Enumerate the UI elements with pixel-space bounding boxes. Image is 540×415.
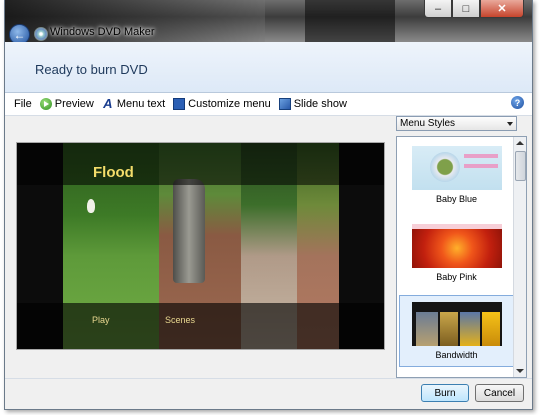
dvd-menu-play-link[interactable]: Play: [92, 315, 110, 325]
file-menu[interactable]: File: [14, 98, 32, 110]
maximize-button[interactable]: □: [452, 0, 480, 18]
bird-shape: [87, 199, 95, 213]
minimize-button[interactable]: –: [424, 0, 452, 18]
menu-link-band: [17, 303, 384, 349]
help-icon[interactable]: ?: [511, 96, 524, 109]
cancel-button[interactable]: Cancel: [475, 384, 524, 402]
tree-trunk-shape: [173, 179, 205, 283]
dvd-maker-app-icon: [34, 27, 48, 41]
bandwidth-thumbnail: [412, 302, 502, 346]
scroll-up-icon[interactable]: [516, 141, 524, 145]
close-button[interactable]: ✕: [480, 0, 524, 18]
scroll-down-icon[interactable]: [516, 369, 524, 373]
page-title: Ready to burn DVD: [35, 62, 148, 77]
customize-menu-button[interactable]: Customize menu: [173, 98, 271, 110]
menu-preview-area: Flood Play Scenes: [5, 116, 393, 378]
dvd-maker-window: ← Windows DVD Maker – □ ✕ Ready to burn …: [4, 0, 533, 410]
style-item-label: Bandwidth: [435, 350, 478, 360]
customize-menu-icon: [173, 98, 186, 110]
thumbnail-stripe-shape: [412, 224, 502, 229]
file-menu-label: File: [14, 98, 32, 110]
window-controls: – □ ✕: [424, 0, 524, 18]
thumbnail-panel-shape: [440, 312, 458, 346]
dvd-menu-title: Flood: [93, 164, 134, 181]
toolbar: File Preview A Menu text Customize menu …: [5, 93, 532, 116]
menu-title-band: [17, 143, 384, 185]
customize-menu-label: Customize menu: [188, 98, 271, 110]
thumbnail-panel-shape: [460, 312, 480, 346]
window-title: Windows DVD Maker: [50, 26, 155, 38]
menu-text-button[interactable]: A Menu text: [102, 96, 166, 111]
styles-scrollbar[interactable]: [513, 137, 526, 377]
thumbnail-stripe-shape: [464, 164, 498, 168]
thumbnail-circle-shape: [430, 152, 460, 182]
style-item-label: Baby Blue: [435, 194, 478, 204]
chevron-down-icon: [507, 122, 513, 126]
style-item-bandwidth[interactable]: Bandwidth: [399, 295, 514, 367]
wizard-header: Ready to burn DVD: [5, 42, 532, 93]
slide-show-label: Slide show: [293, 98, 347, 110]
dvd-menu-scenes-link[interactable]: Scenes: [165, 315, 195, 325]
preview-play-icon: [39, 98, 52, 110]
wizard-footer: Burn Cancel: [5, 378, 532, 409]
burn-button[interactable]: Burn: [421, 384, 469, 402]
slide-show-icon: [278, 98, 291, 110]
baby-blue-thumbnail: [412, 146, 502, 190]
baby-pink-thumbnail: [412, 224, 502, 268]
style-item-baby-blue[interactable]: Baby Blue: [399, 139, 514, 211]
title-bar: ← Windows DVD Maker – □ ✕: [5, 0, 532, 45]
slide-show-button[interactable]: Slide show: [278, 98, 347, 110]
menu-styles-list: Baby Blue Baby Pink Bandwidth: [396, 136, 527, 378]
menu-styles-pane: Menu Styles Baby Blue Baby Pink Bandwidt…: [395, 116, 530, 378]
preview-button[interactable]: Preview: [39, 98, 94, 110]
thumbnail-stripe-shape: [464, 154, 498, 158]
title-bar-background-shade: [305, 0, 395, 42]
preview-label: Preview: [54, 98, 94, 110]
style-item-label: Baby Pink: [436, 272, 477, 282]
dvd-menu-preview: Flood Play Scenes: [16, 142, 385, 350]
menu-styles-dropdown[interactable]: Menu Styles: [396, 116, 517, 131]
menu-styles-dropdown-value: Menu Styles: [400, 118, 456, 129]
thumbnail-panel-shape: [482, 312, 500, 346]
scrollbar-thumb[interactable]: [515, 151, 526, 181]
menu-text-icon: A: [103, 96, 113, 111]
style-item-baby-pink[interactable]: Baby Pink: [399, 217, 514, 289]
menu-text-label: Menu text: [116, 98, 166, 110]
thumbnail-panel-shape: [416, 312, 438, 346]
